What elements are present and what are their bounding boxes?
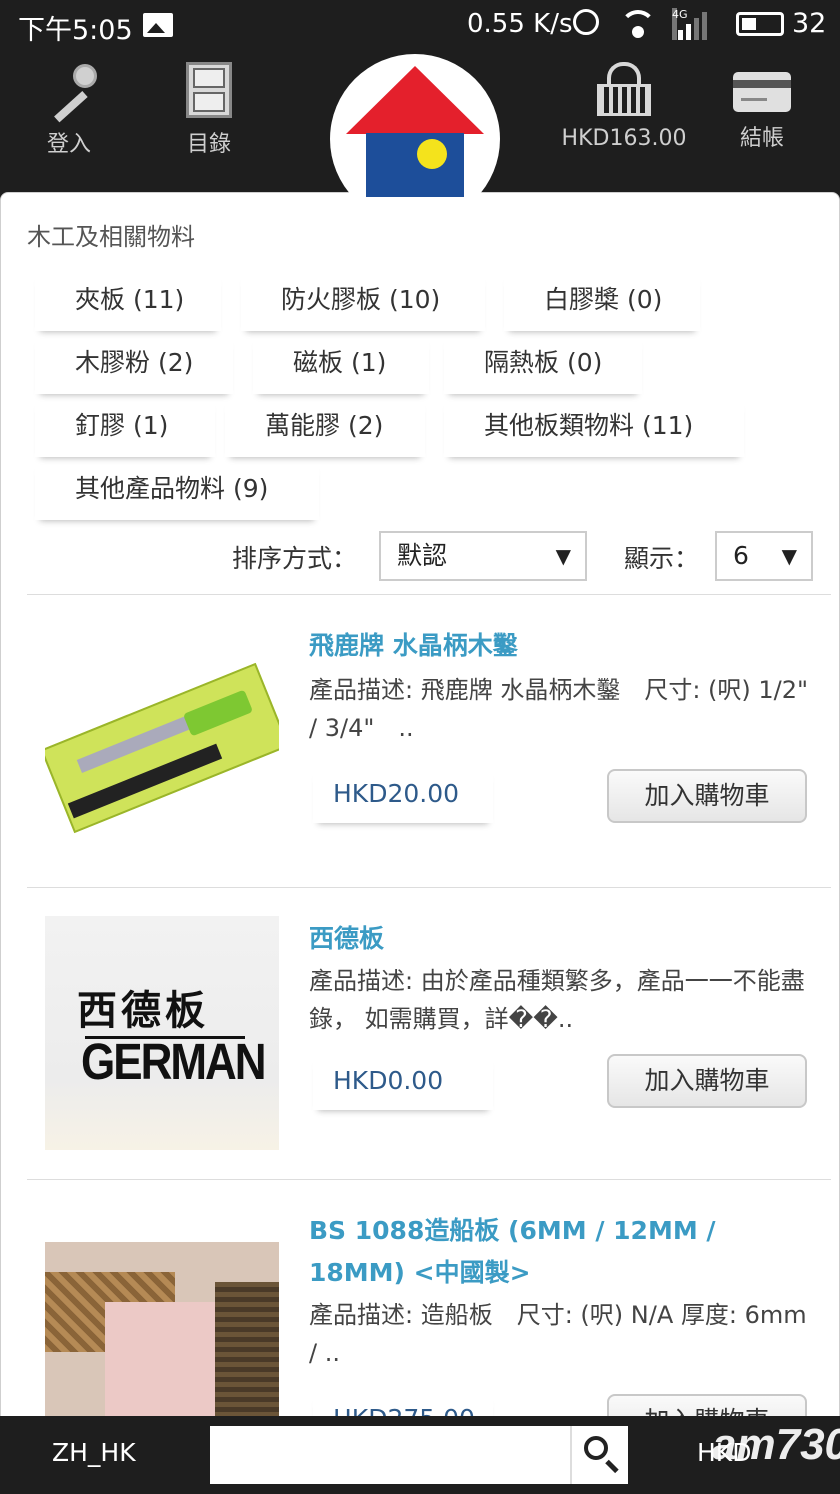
subcategory-item[interactable]: 白膠槳 (0)	[504, 271, 700, 331]
subcategory-item[interactable]: 萬能膠 (2)	[225, 397, 425, 457]
product-name[interactable]: BS 1088造船板 (6MM / 12MM / 18MM) <中國製>	[309, 1210, 819, 1294]
show-label: 顯示：	[624, 544, 700, 573]
sort-select[interactable]: 默認 ▼	[379, 531, 587, 581]
sort-value: 默認	[397, 541, 448, 570]
logo-house	[366, 133, 464, 197]
show-count-select[interactable]: 6 ▼	[715, 531, 813, 581]
subcategory-item[interactable]: 木膠粉 (2)	[35, 334, 233, 394]
product-description: 產品描述: 造船板 尺寸: (呎) N/A 厚度: 6mm / ..	[309, 1301, 807, 1367]
add-to-cart-button[interactable]: 加入購物車	[607, 1054, 807, 1108]
login-button[interactable]: 登入	[30, 62, 108, 158]
checkout-button[interactable]: 結帳	[722, 62, 802, 152]
subcategory-item[interactable]: 其他產品物料 (9)	[35, 460, 319, 520]
image-text: 西德板	[77, 987, 209, 1034]
main-content: 木工及相關物料 夾板 (11) 防火膠板 (10) 白膠槳 (0) 木膠粉 (2…	[0, 192, 840, 1426]
language-switch[interactable]: ZH_HK	[52, 1438, 136, 1467]
product-image[interactable]	[45, 623, 279, 857]
basket-icon	[593, 62, 655, 118]
home-logo[interactable]	[330, 54, 500, 224]
subcategory-item[interactable]: 隔熱板 (0)	[444, 334, 642, 394]
product-item: 飛鹿牌 水晶柄木鑿 產品描述: 飛鹿牌 水晶柄木鑿 尺寸: (呎) 1/2" /…	[1, 595, 839, 885]
product-name[interactable]: 西德板	[309, 918, 819, 960]
subcategory-item[interactable]: 防火膠板 (10)	[241, 271, 485, 331]
product-image[interactable]	[45, 1242, 279, 1425]
network-type: 4G	[672, 8, 688, 40]
show-count-value: 6	[733, 541, 749, 570]
subcategory-item[interactable]: 磁板 (1)	[253, 334, 429, 394]
key-icon	[39, 62, 99, 123]
subcategory-item[interactable]: 夾板 (11)	[35, 271, 221, 331]
catalog-button[interactable]: 目錄	[170, 62, 248, 158]
bottom-bar: ZH_HK HKD am730	[0, 1416, 840, 1494]
product-description: 產品描述: 由於產品種類繁多，產品一一不能盡錄， 如需購買，詳��..	[309, 967, 805, 1033]
chevron-down-icon: ▼	[555, 544, 571, 568]
login-label: 登入	[46, 132, 91, 157]
product-item: 西德板 GERMAN 西德板 產品描述: 由於產品種類繁多，產品一一不能盡錄， …	[1, 888, 839, 1178]
product-image[interactable]: 西德板 GERMAN	[45, 916, 279, 1150]
subcategory-item[interactable]: 釘膠 (1)	[35, 397, 215, 457]
checkout-label: 結帳	[739, 126, 784, 151]
credit-card-icon	[733, 72, 791, 112]
chevron-down-icon: ▼	[781, 544, 797, 568]
subcategory-item[interactable]: 其他板類物料 (11)	[444, 397, 744, 457]
search-button[interactable]	[570, 1426, 628, 1484]
catalog-label: 目錄	[186, 132, 231, 157]
search-icon	[584, 1436, 608, 1460]
wifi-icon	[620, 8, 656, 38]
product-description: 產品描述: 飛鹿牌 水晶柄木鑿 尺寸: (呎) 1/2" / 3/4" ..	[309, 676, 809, 742]
cell-signal-icon: 4G	[672, 8, 718, 40]
product-price: HKD20.00	[313, 767, 493, 823]
add-to-cart-button[interactable]: 加入購物車	[607, 769, 807, 823]
status-bar: 下午5:05 0.55 K/s 4G 32	[0, 0, 840, 52]
product-name[interactable]: 飛鹿牌 水晶柄木鑿	[309, 625, 819, 667]
search-input[interactable]	[210, 1426, 570, 1484]
category-title: 木工及相關物料	[27, 223, 195, 251]
cart-button[interactable]: HKD163.00	[556, 62, 692, 151]
network-speed: 0.55 K/s	[467, 9, 573, 39]
product-item: BS 1088造船板 (6MM / 12MM / 18MM) <中國製> 產品描…	[1, 1180, 839, 1425]
image-text: GERMAN	[81, 1034, 267, 1091]
image-notification-icon	[143, 13, 173, 37]
sort-label: 排序方式：	[232, 544, 358, 573]
battery-level: 32	[792, 8, 827, 39]
product-price: HKD0.00	[313, 1054, 493, 1110]
logo-roof	[346, 66, 484, 134]
cart-total: HKD163.00	[561, 126, 687, 151]
status-time: 下午5:05	[18, 15, 133, 46]
battery-icon	[736, 12, 784, 36]
logo-sun	[417, 139, 447, 169]
alarm-icon	[573, 9, 599, 35]
cabinet-icon	[186, 62, 232, 118]
am730-watermark: am730	[712, 1420, 840, 1469]
